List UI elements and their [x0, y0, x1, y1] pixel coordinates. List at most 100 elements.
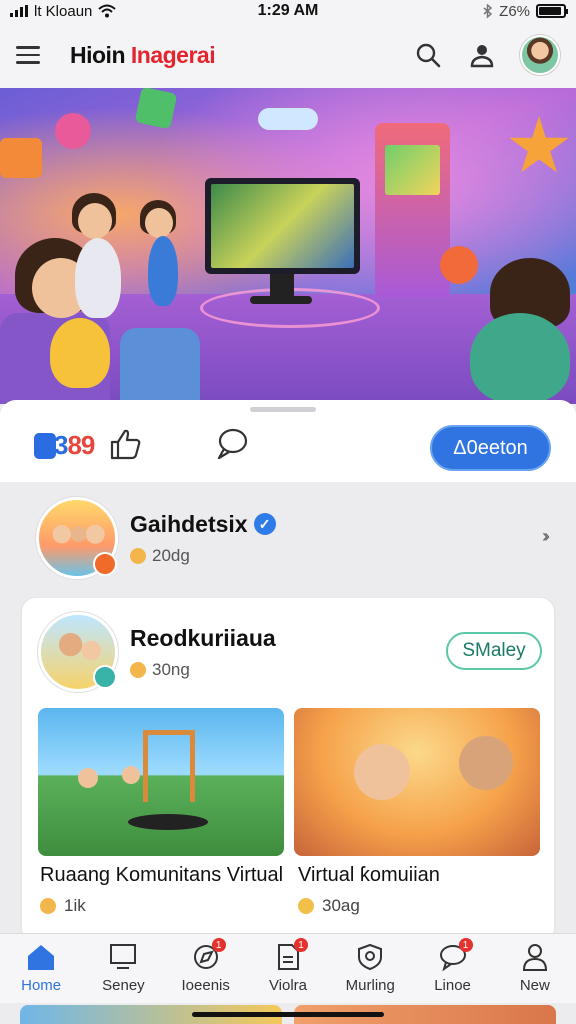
hero-cube — [134, 88, 178, 130]
nav-item-3[interactable]: 1 Ioeenis — [165, 934, 247, 1003]
carrier-label: lt Kloaun — [34, 2, 93, 20]
like-icon[interactable] — [108, 426, 144, 462]
nav-label: Ioeenis — [181, 977, 230, 994]
group-info: Gaihdetsix ✓ 20dg — [130, 511, 276, 566]
group-avatar[interactable] — [36, 497, 118, 579]
group-meta: 20dg — [130, 546, 276, 566]
drag-handle[interactable] — [250, 407, 316, 412]
menu-icon[interactable] — [16, 39, 48, 71]
home-icon — [28, 945, 55, 970]
emoji-icon — [298, 898, 314, 914]
hero-cloud — [258, 108, 318, 130]
battery-icon — [536, 4, 568, 18]
nav-item-7[interactable]: Νew — [494, 934, 576, 1003]
hero-cube — [0, 138, 42, 178]
verified-icon: ✓ — [253, 513, 276, 535]
thumb-hole — [128, 814, 208, 830]
thumb-kid — [122, 766, 140, 784]
search-icon[interactable] — [412, 39, 444, 71]
author-badge-icon — [93, 665, 117, 689]
app-title: Hioin Inagerai — [70, 41, 216, 69]
thumb-kid — [78, 768, 98, 788]
thumb-kid — [459, 736, 513, 790]
emoji-icon — [40, 898, 56, 914]
home-indicator[interactable] — [192, 1012, 384, 1017]
bottom-nav: Home Seney 1 Ioeenis 1 Violra Murling 1 … — [0, 933, 576, 1003]
hero-kid-body — [75, 238, 121, 318]
nav-badge: 1 — [293, 938, 308, 952]
app-title-part1: Hioin — [70, 41, 126, 68]
nav-badge: 1 — [458, 938, 473, 952]
comment-icon[interactable] — [214, 426, 250, 462]
follow-button[interactable]: SMaley — [446, 632, 542, 670]
hero-kid-body — [148, 236, 178, 306]
post-item-meta: 30ag — [298, 896, 360, 916]
post-card: Reodkuriiaua 30ng SMaley Ruaang Komunita… — [22, 598, 554, 943]
nav-label: Murling — [345, 977, 395, 994]
post-caption[interactable]: Virtual ƙomuiian — [298, 864, 440, 887]
primary-action-button[interactable]: Δ0eeton — [430, 425, 551, 471]
nav-label: Home — [21, 977, 62, 994]
signal-icon — [10, 5, 28, 17]
person-icon[interactable] — [466, 39, 498, 71]
reaction-summary[interactable]: 389 — [34, 430, 95, 461]
hero-couch — [120, 328, 200, 404]
hero-kid-body — [50, 318, 110, 388]
app-title-part2: Inagerai — [130, 41, 216, 68]
person-icon — [522, 944, 547, 971]
emoji-icon — [130, 547, 146, 564]
group-badge-icon — [93, 552, 117, 576]
reaction-bar: 389 Δ0eeton — [0, 400, 576, 482]
app-bar: Hioin Inagerai — [0, 22, 576, 88]
profile-avatar[interactable] — [520, 35, 560, 75]
app-actions — [412, 35, 560, 75]
reaction-count: 389 — [54, 430, 95, 460]
bluetooth-icon — [483, 3, 493, 19]
nav-item-4[interactable]: 1 Violra — [247, 934, 329, 1003]
status-left: lt Kloaun — [10, 2, 117, 20]
post-caption[interactable]: Ruaang Komunitans Virtual — [40, 864, 283, 887]
reaction-icon — [34, 432, 56, 459]
group-row[interactable]: Gaihdetsix ✓ 20dg ›› — [0, 488, 576, 588]
post-item-meta: 1ik — [40, 896, 86, 916]
monitor-icon — [110, 944, 137, 969]
nav-label: Νew — [519, 977, 550, 994]
chevron-right-icon[interactable]: ›› — [542, 526, 550, 547]
post-meta: 30ng — [130, 660, 276, 680]
hero-cube — [55, 113, 91, 149]
hero-cube — [440, 246, 478, 284]
emoji-icon — [130, 661, 146, 678]
hero-monitor-stand — [270, 274, 294, 298]
shield-icon — [358, 943, 383, 971]
post-header: Reodkuriiaua 30ng — [38, 612, 276, 692]
hero-arcade-machine — [375, 123, 450, 298]
nav-item-home[interactable]: Home — [0, 934, 82, 1003]
battery-percent: Z6% — [499, 2, 530, 20]
nav-badge: 1 — [211, 938, 226, 952]
battery-level — [539, 7, 561, 15]
status-bar: lt Kloaun 1:29 AM Z6% — [0, 0, 576, 22]
hero-monitor-base — [250, 296, 312, 304]
thumb-swing — [143, 730, 195, 802]
nav-item-5[interactable]: Murling — [329, 934, 411, 1003]
status-right: Z6% — [483, 2, 568, 20]
post-author-name[interactable]: Reodkuriiaua — [130, 625, 276, 652]
hero-banner[interactable] — [0, 88, 576, 404]
nav-label: Linoe — [434, 977, 471, 994]
hero-kid-face — [145, 208, 173, 238]
hero-star — [509, 116, 569, 173]
wifi-icon — [98, 4, 117, 18]
nav-label: Seney — [102, 977, 145, 994]
post-thumbnail[interactable] — [38, 708, 284, 856]
post-author-info: Reodkuriiaua 30ng — [130, 625, 276, 680]
nav-item-2[interactable]: Seney — [82, 934, 164, 1003]
group-title: Gaihdetsix ✓ — [130, 511, 276, 538]
nav-label: Violra — [268, 977, 308, 994]
hero-monitor — [205, 178, 360, 274]
post-thumbnail[interactable] — [294, 708, 540, 856]
nav-item-6[interactable]: 1 Linoe — [411, 934, 493, 1003]
hero-kid-face — [78, 203, 112, 239]
post-author-avatar[interactable] — [38, 612, 118, 692]
thumb-kid — [354, 744, 410, 800]
hero-kid-body — [470, 313, 570, 403]
